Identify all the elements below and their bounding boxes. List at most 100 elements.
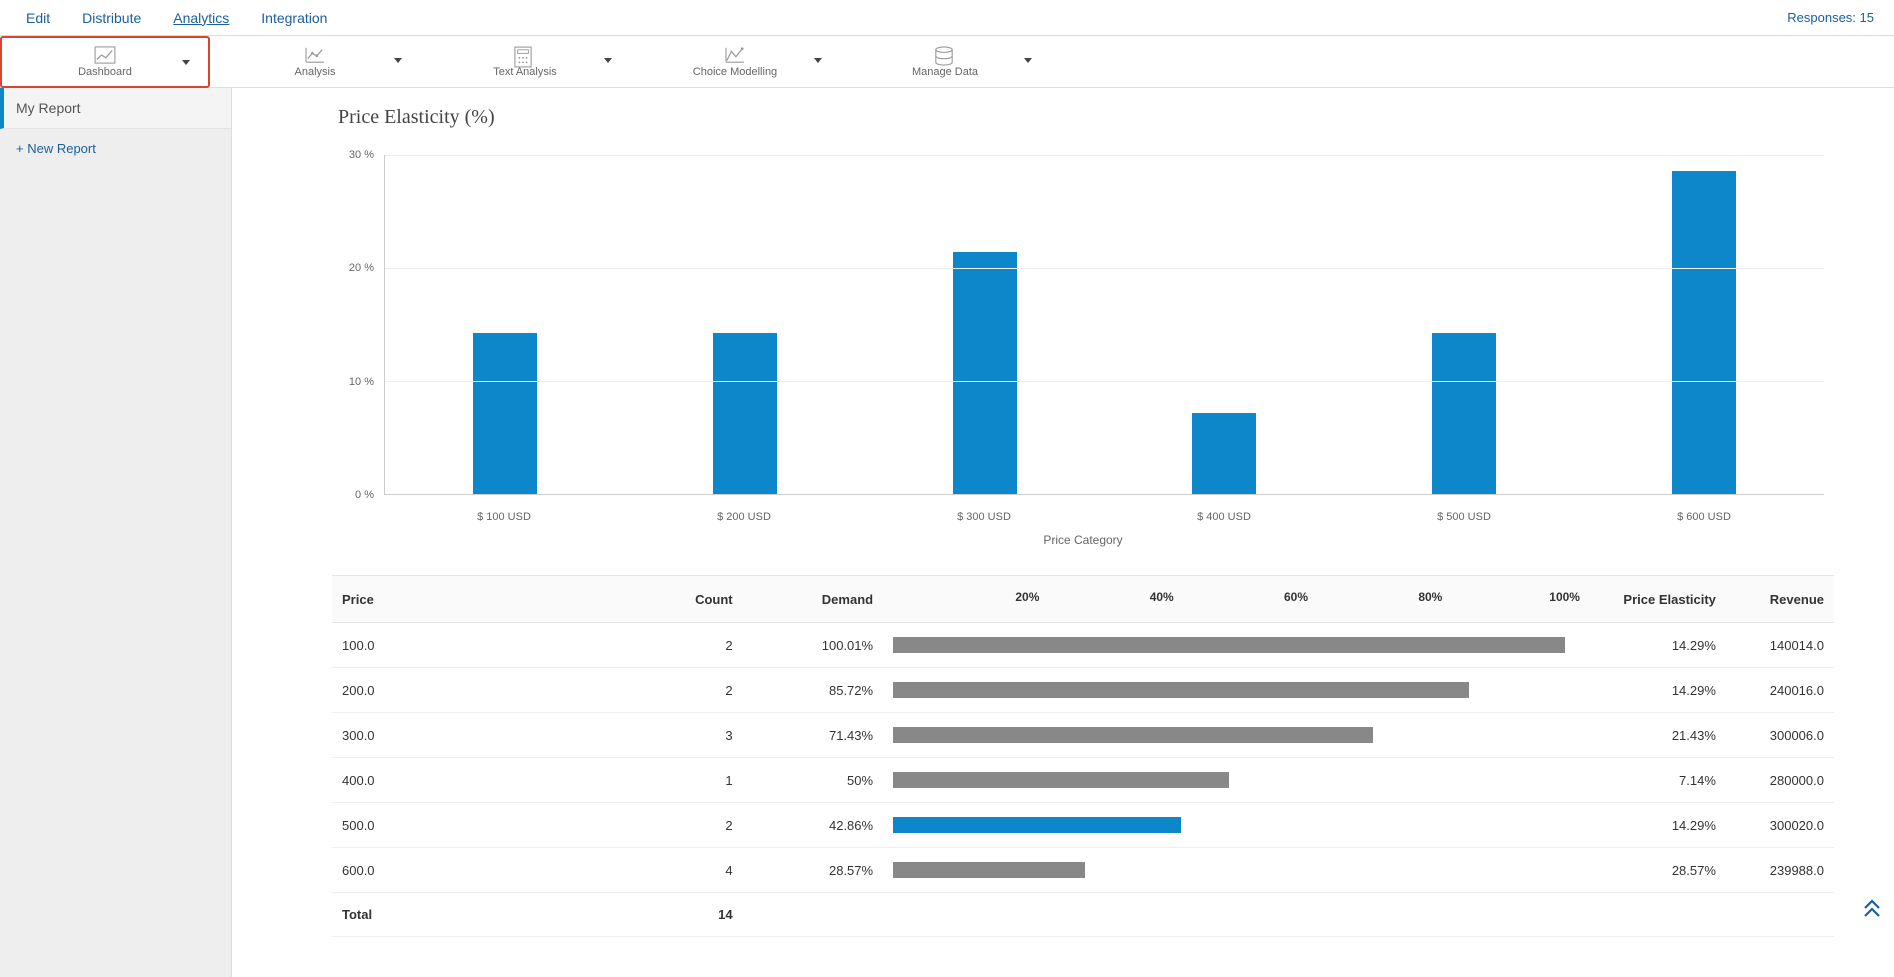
demand-bar-fill xyxy=(893,772,1229,788)
nav-integration[interactable]: Integration xyxy=(245,0,343,36)
chart-bar[interactable] xyxy=(1672,171,1736,494)
sidebar: My Report + New Report xyxy=(0,88,232,977)
toolbar: Dashboard Analysis Text Analysis Choice … xyxy=(0,36,1894,88)
chart-scatter-icon xyxy=(304,46,326,64)
table-total-row: Total14 xyxy=(332,893,1834,937)
cell-demand-bar xyxy=(883,803,1575,848)
th-elasticity[interactable]: Price Elasticity xyxy=(1575,576,1726,623)
chevron-down-icon xyxy=(182,60,190,65)
cell-demand: 50% xyxy=(743,758,883,803)
cell-revenue: 140014.0 xyxy=(1726,623,1834,668)
calculator-icon xyxy=(514,46,536,64)
th-revenue[interactable]: Revenue xyxy=(1726,576,1834,623)
bar-header-tick: 80% xyxy=(1418,590,1442,604)
cell-price: 400.0 xyxy=(332,758,602,803)
grid-line xyxy=(385,155,1824,156)
data-table: Price Count Demand 20%40%60%80%100% Pric… xyxy=(332,575,1834,937)
cell-count: 1 xyxy=(602,758,742,803)
cell-empty xyxy=(1726,893,1834,937)
database-icon xyxy=(934,46,956,64)
cell-demand: 100.01% xyxy=(743,623,883,668)
th-price[interactable]: Price xyxy=(332,576,602,623)
cell-count: 3 xyxy=(602,713,742,758)
chart-area: 0 %10 %20 %30 % $ 100 USD$ 200 USD$ 300 … xyxy=(332,135,1834,555)
chart-bar[interactable] xyxy=(473,333,537,494)
y-tick-label: 10 % xyxy=(349,376,374,388)
chart-bar-slot xyxy=(1344,155,1584,494)
chart-bar-slot xyxy=(625,155,865,494)
table-row[interactable]: 200.0285.72%14.29%240016.0 xyxy=(332,668,1834,713)
th-count[interactable]: Count xyxy=(602,576,742,623)
cell-price: 500.0 xyxy=(332,803,602,848)
x-tick-label: $ 200 USD xyxy=(624,511,864,523)
table-header-row: Price Count Demand 20%40%60%80%100% Pric… xyxy=(332,576,1834,623)
nav-distribute[interactable]: Distribute xyxy=(66,0,157,36)
cell-count: 2 xyxy=(602,803,742,848)
cell-total-label: Total xyxy=(332,893,602,937)
toolbar-dashboard[interactable]: Dashboard xyxy=(0,36,210,88)
chevron-down-icon xyxy=(814,58,822,63)
y-tick-label: 30 % xyxy=(349,149,374,161)
table-row[interactable]: 500.0242.86% 14.29%300020.0 xyxy=(332,803,1834,848)
chart-x-labels: $ 100 USD$ 200 USD$ 300 USD$ 400 USD$ 50… xyxy=(384,511,1824,523)
table-row[interactable]: 600.0428.57%28.57%239988.0 xyxy=(332,848,1834,893)
toolbar-label: Dashboard xyxy=(78,66,132,78)
cell-elasticity: 14.29% xyxy=(1575,623,1726,668)
cell-total-count: 14 xyxy=(602,893,742,937)
toolbar-label: Analysis xyxy=(295,66,336,78)
cell-demand-bar xyxy=(883,713,1575,758)
chart-bar[interactable] xyxy=(953,252,1017,494)
th-demand[interactable]: Demand xyxy=(743,576,883,623)
chart-x-axis-title: Price Category xyxy=(332,533,1834,547)
responses-count[interactable]: Responses: 15 xyxy=(1787,10,1884,25)
cell-empty xyxy=(883,893,1575,937)
cell-empty xyxy=(743,893,883,937)
sidebar-item-new-report[interactable]: + New Report xyxy=(0,129,231,168)
cell-elasticity: 14.29% xyxy=(1575,803,1726,848)
cell-revenue: 240016.0 xyxy=(1726,668,1834,713)
chart-bar[interactable] xyxy=(1432,333,1496,494)
x-tick-label: $ 300 USD xyxy=(864,511,1104,523)
grid-line xyxy=(385,268,1824,269)
chart-bar[interactable] xyxy=(713,333,777,494)
toolbar-label: Manage Data xyxy=(912,66,978,78)
chart-bar-slot xyxy=(865,155,1105,494)
sidebar-item-my-report[interactable]: My Report xyxy=(0,88,231,129)
demand-bar-fill xyxy=(893,682,1469,698)
toolbar-manage-data[interactable]: Manage Data xyxy=(840,36,1050,88)
cell-count: 2 xyxy=(602,623,742,668)
grid-line xyxy=(385,381,1824,382)
chart-y-axis: 0 %10 %20 %30 % xyxy=(332,155,380,495)
x-tick-label: $ 400 USD xyxy=(1104,511,1344,523)
table-row[interactable]: 300.0371.43%21.43%300006.0 xyxy=(332,713,1834,758)
toolbar-label: Text Analysis xyxy=(493,66,557,78)
cell-revenue: 300006.0 xyxy=(1726,713,1834,758)
scroll-to-top-button[interactable] xyxy=(1862,899,1882,919)
table-row[interactable]: 100.02100.01%14.29%140014.0 xyxy=(332,623,1834,668)
chevron-down-icon xyxy=(604,58,612,63)
nav-analytics[interactable]: Analytics xyxy=(157,0,245,36)
toolbar-analysis[interactable]: Analysis xyxy=(210,36,420,88)
bar-header-tick: 20% xyxy=(1015,590,1039,604)
cell-empty xyxy=(1575,893,1726,937)
cell-elasticity: 28.57% xyxy=(1575,848,1726,893)
toolbar-label: Choice Modelling xyxy=(693,66,777,78)
cell-revenue: 239988.0 xyxy=(1726,848,1834,893)
cell-demand: 42.86% xyxy=(743,803,883,848)
chart-title: Price Elasticity (%) xyxy=(338,106,1834,129)
toolbar-text-analysis[interactable]: Text Analysis xyxy=(420,36,630,88)
x-tick-label: $ 600 USD xyxy=(1584,511,1824,523)
toolbar-choice-modelling[interactable]: Choice Modelling xyxy=(630,36,840,88)
cell-demand: 71.43% xyxy=(743,713,883,758)
nav-edit[interactable]: Edit xyxy=(10,0,66,36)
x-tick-label: $ 100 USD xyxy=(384,511,624,523)
chart-bar-slot xyxy=(1584,155,1824,494)
chart-bar-slot xyxy=(1104,155,1344,494)
chart-bar[interactable] xyxy=(1192,413,1256,494)
table-row[interactable]: 400.0150%7.14%280000.0 xyxy=(332,758,1834,803)
cell-price: 300.0 xyxy=(332,713,602,758)
demand-bar-fill xyxy=(893,862,1085,878)
cell-revenue: 300020.0 xyxy=(1726,803,1834,848)
bar-header-tick: 100% xyxy=(1549,590,1580,604)
chevron-down-icon xyxy=(1024,58,1032,63)
